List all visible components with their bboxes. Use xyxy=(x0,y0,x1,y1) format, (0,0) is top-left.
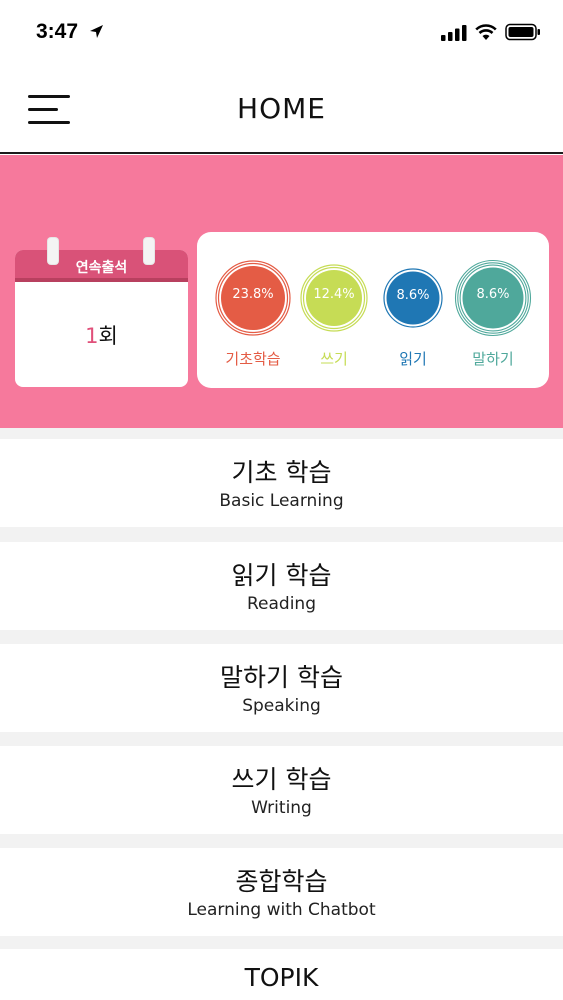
menu-item-speaking[interactable]: 말하기 학습 Speaking xyxy=(0,644,563,732)
attendance-count: 1회 xyxy=(15,320,188,350)
menu-item-subtitle: Writing xyxy=(251,798,312,818)
menu-item-title: 종합학습 xyxy=(235,867,328,896)
menu-item-topik[interactable]: TOPIK xyxy=(0,949,563,1000)
nav-bar: HOME xyxy=(0,66,563,154)
menu-item-title: 기초 학습 xyxy=(231,458,332,487)
calendar-card-body: 연속출석 1회 xyxy=(15,250,188,387)
menu-item-subtitle: Speaking xyxy=(242,696,321,716)
summary-banner: 연속출석 1회 23.8% 기초학습 12.4% 쓰기 8.6% 읽기 8.6%… xyxy=(0,155,563,428)
progress-label: 말하기 xyxy=(472,350,514,368)
calendar-ring-left xyxy=(48,238,58,264)
menu-item-title: 말하기 학습 xyxy=(220,663,343,692)
progress-card: 23.8% 기초학습 12.4% 쓰기 8.6% 읽기 8.6% 말하기 xyxy=(197,232,549,388)
attendance-count-number: 1 xyxy=(85,324,99,348)
menu-item-writing[interactable]: 쓰기 학습 Writing xyxy=(0,746,563,834)
progress-value: 8.6% xyxy=(476,287,510,302)
progress-value: 23.8% xyxy=(232,287,274,302)
menu-item-basic-learning[interactable]: 기초 학습 Basic Learning xyxy=(0,439,563,527)
status-bar: 3:47 xyxy=(0,0,563,66)
progress-reading[interactable]: 8.6% 읽기 xyxy=(382,267,444,377)
status-time: 3:47 xyxy=(36,20,79,43)
menu-item-subtitle: Basic Learning xyxy=(219,491,344,511)
progress-basic[interactable]: 23.8% 기초학습 xyxy=(213,258,293,368)
wifi-icon xyxy=(475,24,497,40)
menu-item-reading[interactable]: 읽기 학습 Reading xyxy=(0,542,563,630)
battery-icon xyxy=(505,23,540,41)
attendance-card[interactable]: 연속출석 1회 xyxy=(15,238,188,387)
menu-item-chatbot[interactable]: 종합학습 Learning with Chatbot xyxy=(0,848,563,936)
menu-item-subtitle: Learning with Chatbot xyxy=(187,900,376,920)
progress-speaking[interactable]: 8.6% 말하기 xyxy=(453,258,533,368)
menu-item-title: 읽기 학습 xyxy=(231,561,332,590)
page-title: HOME xyxy=(237,92,326,125)
menu-item-title: TOPIK xyxy=(244,963,319,992)
learning-menu-list: 기초 학습 Basic Learning 읽기 학습 Reading 말하기 학… xyxy=(0,428,563,1000)
signal-icon xyxy=(441,25,467,41)
menu-item-title: 쓰기 학습 xyxy=(231,765,332,794)
calendar-ring-right xyxy=(144,238,154,264)
menu-item-subtitle: Reading xyxy=(246,594,316,614)
progress-writing[interactable]: 12.4% 쓰기 xyxy=(298,262,370,372)
calendar-header: 연속출석 xyxy=(15,250,188,282)
progress-value: 8.6% xyxy=(396,288,430,303)
attendance-count-unit: 회 xyxy=(98,324,118,348)
attendance-label: 연속출석 xyxy=(75,260,128,276)
location-arrow-icon xyxy=(90,25,103,38)
progress-value: 12.4% xyxy=(313,287,355,302)
